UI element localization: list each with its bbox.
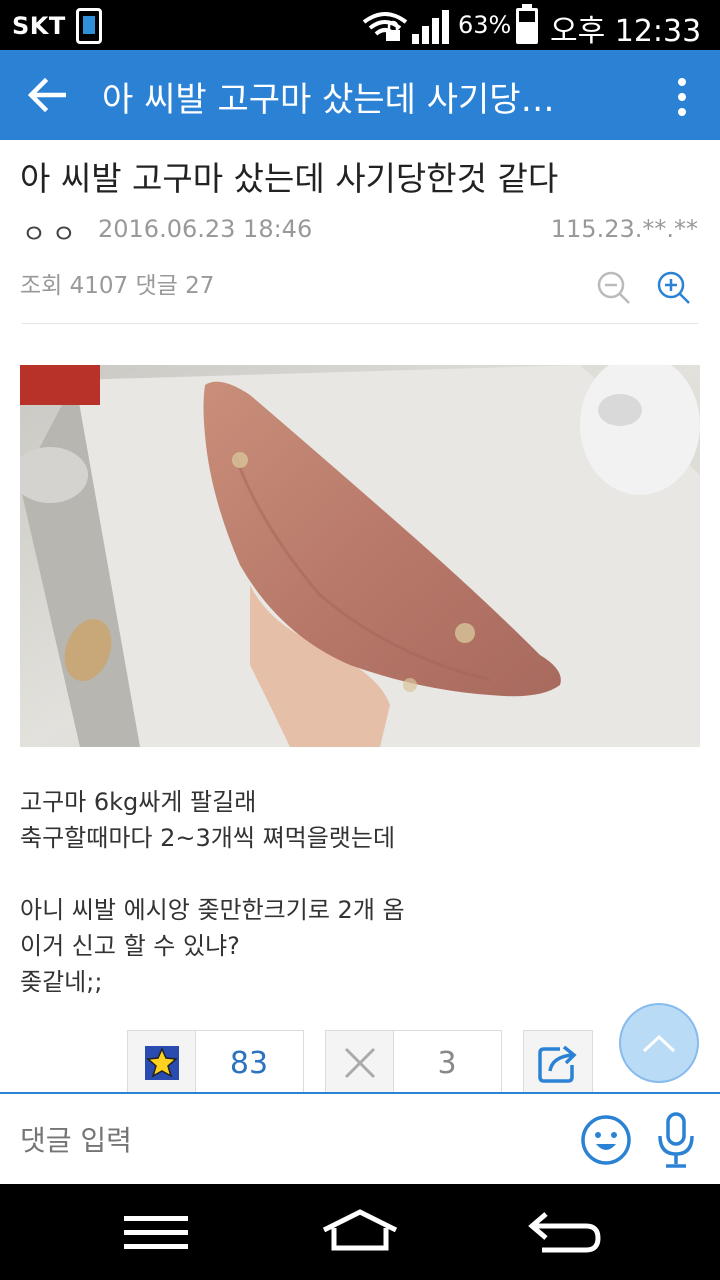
post-stats: 조회 4107 댓글 27 xyxy=(20,273,215,299)
mic-icon[interactable] xyxy=(654,1110,698,1170)
battery-percent: 63% xyxy=(458,11,512,39)
post-date: 2016.06.23 18:46 xyxy=(98,215,313,243)
status-bar: SKT 63% 오후 12:33 xyxy=(0,0,720,50)
post-author[interactable]: ㅇㅇ xyxy=(22,214,82,251)
more-vertical-icon xyxy=(678,78,686,86)
x-icon xyxy=(344,1047,375,1079)
phone-icon xyxy=(76,8,102,44)
clock: 오후 12:33 xyxy=(550,14,702,49)
sweet-potato-photo xyxy=(20,365,700,747)
share-button[interactable] xyxy=(523,1030,593,1096)
post-body: 고구마 6kg싸게 팔길래 축구할때마다 2~3개씩 쪄먹을랫는데 아니 씨발 … xyxy=(20,784,405,1000)
back-button[interactable] xyxy=(22,70,72,120)
wifi-lock-icon xyxy=(362,12,408,41)
body-line: 이거 신고 할 수 있냐? xyxy=(20,932,240,960)
dislike-button[interactable]: 3 xyxy=(325,1030,502,1096)
comment-input[interactable] xyxy=(20,1118,560,1162)
battery-icon xyxy=(516,4,538,44)
home-icon[interactable] xyxy=(318,1204,402,1260)
signal-icon xyxy=(412,8,452,44)
menu-icon[interactable] xyxy=(124,1204,194,1260)
body-line: 고구마 6kg싸게 팔길래 xyxy=(20,788,257,816)
body-line xyxy=(20,856,405,892)
body-line: 아니 씨발 에시앙 좆만한크기로 2개 옴 xyxy=(20,896,405,924)
emoji-icon[interactable] xyxy=(580,1114,632,1166)
carrier-label: SKT xyxy=(12,12,66,40)
zoom-out-icon[interactable] xyxy=(596,270,632,306)
like-icon-cell xyxy=(128,1031,196,1095)
scroll-to-top-button[interactable] xyxy=(619,1003,699,1083)
dislike-icon-cell xyxy=(326,1031,394,1095)
app-title: 아 씨발 고구마 샀는데 사기당… xyxy=(102,80,555,120)
app-bar: 아 씨발 고구마 샀는데 사기당… xyxy=(0,50,720,140)
system-nav-bar xyxy=(0,1184,720,1280)
zoom-in-icon[interactable] xyxy=(656,270,692,306)
header-divider xyxy=(22,323,698,324)
more-options-button[interactable] xyxy=(664,72,700,122)
dislike-count: 3 xyxy=(437,1045,457,1081)
post-image[interactable] xyxy=(20,365,700,747)
arrow-left-icon xyxy=(28,78,66,112)
post-title: 아 씨발 고구마 샀는데 사기당한것 같다 xyxy=(20,159,559,198)
body-line: 축구할때마다 2~3개씩 쪄먹을랫는데 xyxy=(20,824,396,852)
chevron-up-icon xyxy=(642,1034,676,1053)
body-line: 좆같네;; xyxy=(20,968,103,996)
share-icon xyxy=(538,1045,577,1083)
like-button[interactable]: 83 xyxy=(127,1030,304,1096)
like-count: 83 xyxy=(229,1045,269,1081)
comment-bar xyxy=(0,1092,720,1184)
star-icon xyxy=(144,1046,179,1080)
back-icon[interactable] xyxy=(524,1204,604,1260)
post-ip: 115.23.**.** xyxy=(550,215,698,243)
